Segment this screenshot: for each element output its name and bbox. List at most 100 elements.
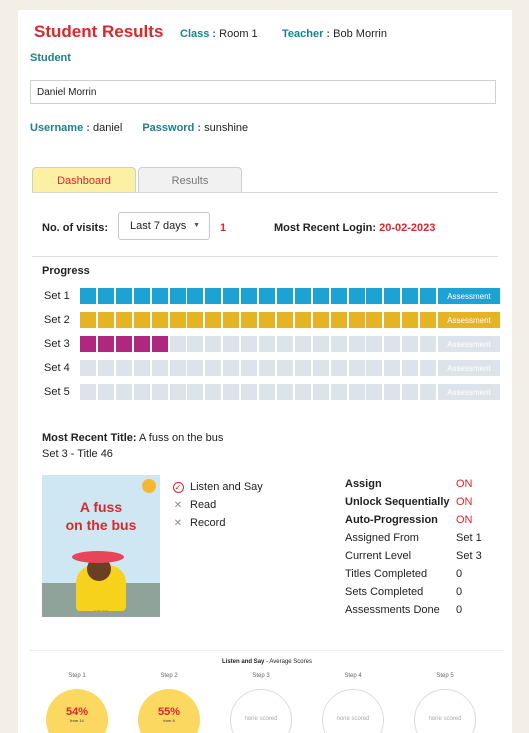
progress-segment: [384, 360, 401, 376]
book-cover-image[interactable]: A fuss on the bus ····· ·····: [42, 475, 160, 617]
progress-segment: [97, 312, 114, 328]
progress-segment: [241, 288, 258, 304]
visits-period-select[interactable]: Last 7 days ▼: [118, 212, 210, 240]
password-value: sunshine: [204, 122, 249, 134]
progress-segment: [115, 360, 132, 376]
progress-segment: [80, 384, 96, 400]
page-title: Student Results: [34, 22, 164, 41]
progress-segment: [115, 312, 132, 328]
progress-segment: [366, 288, 383, 304]
setting-row: Assign ON: [345, 478, 505, 496]
progress-title: Progress: [42, 265, 90, 277]
assessment-segment[interactable]: Assessment: [438, 288, 500, 304]
score-circle[interactable]: none scored: [414, 689, 476, 733]
progress-bar-set-1[interactable]: Assessment: [80, 288, 500, 304]
progress-segment: [366, 360, 383, 376]
recent-title-label: Most Recent Title:: [42, 432, 137, 444]
progress-set-label: Set 3: [44, 338, 70, 350]
scores-title-activity: Listen and Say: [222, 659, 265, 665]
assessment-segment[interactable]: Assessment: [438, 384, 500, 400]
progress-segment: [402, 312, 419, 328]
progress-segment: [205, 336, 222, 352]
progress-segment: [115, 288, 132, 304]
progress-segment: [97, 288, 114, 304]
progress-segment: [205, 360, 222, 376]
recent-title-value: A fuss on the bus: [138, 432, 224, 444]
progress-segment: [312, 336, 329, 352]
section-divider: [32, 256, 498, 257]
tab-results[interactable]: Results: [138, 167, 242, 193]
progress-bar-set-3[interactable]: Assessment: [80, 336, 500, 352]
progress-bar-set-5[interactable]: Assessment: [80, 384, 500, 400]
cross-icon: ✕: [173, 517, 183, 529]
setting-row: Auto-Progression ON: [345, 514, 505, 532]
progress-bar-set-2[interactable]: Assessment: [80, 312, 500, 328]
score-percent: 54%: [65, 706, 89, 718]
progress-segment: [366, 312, 383, 328]
score-circle[interactable]: none scored: [230, 689, 292, 733]
score-step-label: Step 5: [436, 673, 454, 679]
progress-segment: [133, 312, 150, 328]
activity-record: ✕ Record: [171, 514, 263, 532]
setting-value: ON: [456, 514, 473, 526]
progress-segment: [80, 336, 96, 352]
progress-segment: [241, 312, 258, 328]
cover-credit: ····· ·····: [93, 608, 109, 613]
progress-segment: [276, 336, 293, 352]
chevron-down-icon: ▼: [193, 222, 200, 229]
assessment-segment[interactable]: Assessment: [438, 360, 500, 376]
score-none: none scored: [336, 716, 370, 722]
progress-segment: [348, 384, 365, 400]
progress-segment: [384, 384, 401, 400]
cross-icon: ✕: [173, 499, 183, 511]
progress-segment: [241, 336, 258, 352]
progress-segment: [223, 288, 240, 304]
progress-segment: [259, 312, 275, 328]
score-step-label: Step 1: [68, 673, 86, 679]
progress-segment: [241, 384, 258, 400]
recent-login-date: 20-02-2023: [379, 222, 436, 234]
progress-segment: [330, 360, 347, 376]
tab-dashboard[interactable]: Dashboard: [32, 167, 136, 193]
teacher-value: Bob Morrin: [333, 28, 387, 40]
progress-segment: [348, 336, 365, 352]
assessment-segment[interactable]: Assessment: [438, 336, 500, 352]
progress-segment: [187, 312, 204, 328]
setting-value: Set 1: [456, 532, 482, 544]
score-count: from 14: [70, 718, 84, 723]
setting-value: 0: [456, 604, 463, 616]
score-circle[interactable]: 55% from 8: [138, 689, 200, 733]
progress-bar-set-4[interactable]: Assessment: [80, 360, 500, 376]
progress-segment: [169, 288, 186, 304]
progress-segment: [187, 288, 204, 304]
assessment-segment[interactable]: Assessment: [438, 312, 500, 328]
progress-segment: [294, 288, 311, 304]
student-select[interactable]: Daniel Morrin: [30, 80, 496, 104]
score-circle[interactable]: 54% from 14: [46, 689, 108, 733]
progress-segment: [223, 384, 240, 400]
progress-segment: [420, 384, 437, 400]
score-step-label: Step 3: [252, 673, 270, 679]
check-circle-icon: ✓: [172, 482, 184, 493]
recent-title: Most Recent Title: A fuss on the bus: [42, 432, 223, 444]
progress-segment: [133, 336, 150, 352]
progress-segment: [348, 360, 365, 376]
progress-segment: [330, 312, 347, 328]
progress-segment: [115, 336, 132, 352]
progress-segment: [223, 336, 240, 352]
progress-set-label: Set 4: [44, 362, 70, 374]
credentials: Username : daniel Password : sunshine: [30, 122, 249, 134]
progress-segment: [205, 312, 222, 328]
progress-set-label: Set 1: [44, 290, 70, 302]
progress-segment: [276, 288, 293, 304]
score-circle[interactable]: none scored: [322, 689, 384, 733]
progress-segment: [80, 288, 96, 304]
progress-segment: [97, 384, 114, 400]
teacher-label: Teacher: [282, 28, 324, 40]
setting-value: 0: [456, 568, 463, 580]
setting-row: Assigned From Set 1: [345, 532, 505, 550]
progress-set-label: Set 2: [44, 314, 70, 326]
score-count: from 8: [163, 718, 175, 723]
password-label: Password: [142, 122, 195, 134]
progress-segment: [330, 336, 347, 352]
